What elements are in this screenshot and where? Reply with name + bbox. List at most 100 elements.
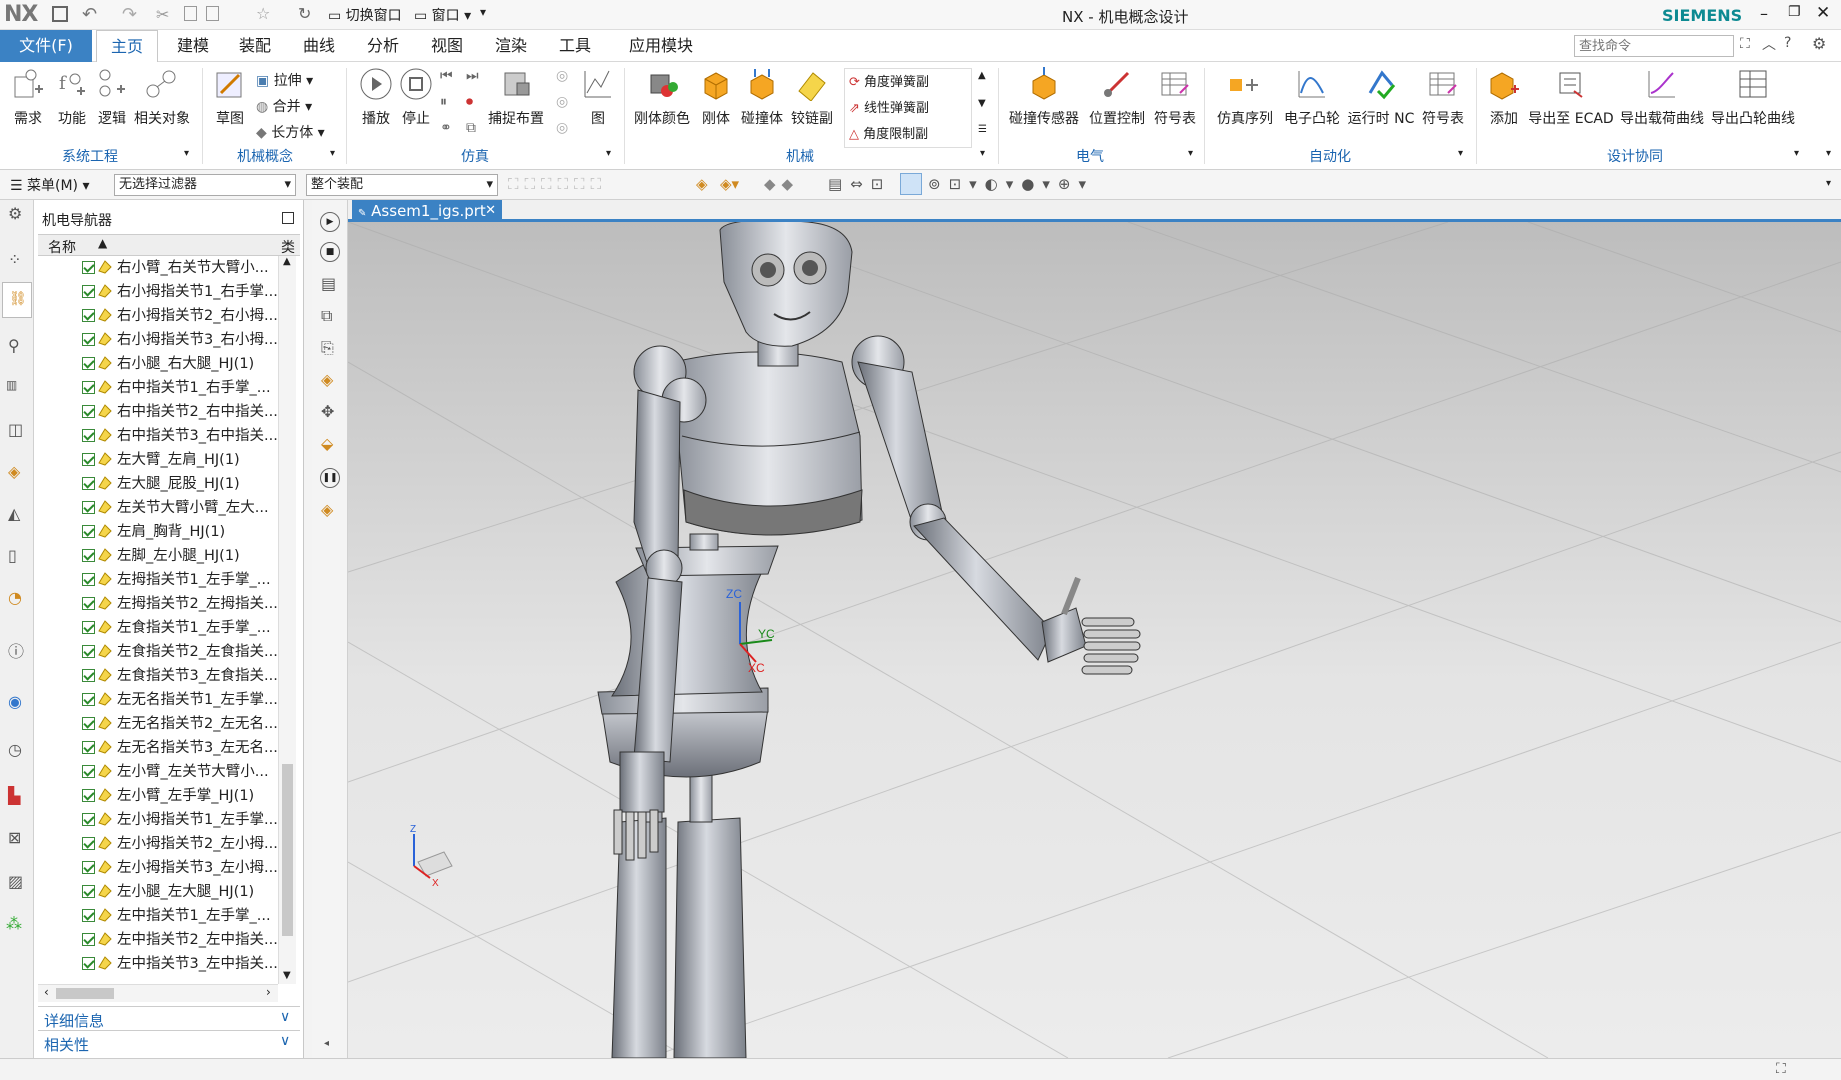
extrude-button[interactable]: ▣ 拉伸 ▾	[256, 70, 313, 90]
template-icon[interactable]: ▨	[8, 872, 23, 891]
tab-view[interactable]: 视图	[420, 30, 474, 62]
function-button[interactable]: f 功能	[52, 66, 92, 128]
materials-icon[interactable]: ⁂	[6, 914, 22, 933]
select-body-icon[interactable]: ◈	[696, 175, 708, 193]
mechatronics-navigator-tab[interactable]: ⛓	[2, 282, 32, 318]
export-load-curve-button[interactable]: 导出载荷曲线	[1618, 66, 1706, 128]
visibility-checkbox[interactable]	[82, 477, 95, 490]
group-automation-more-icon[interactable]: ▾	[1458, 148, 1463, 159]
fullscreen-icon[interactable]: ⛶	[1776, 1061, 1786, 1077]
help-icon[interactable]: ?	[1784, 35, 1791, 51]
block-button[interactable]: ◆ 长方体 ▾	[256, 122, 325, 142]
graph-button[interactable]: 图	[578, 66, 618, 128]
tab-applications[interactable]: 应用模块	[616, 30, 706, 62]
tree-row[interactable]: 左无名指关节1_左手掌...	[38, 688, 278, 712]
minimize-icon[interactable]: –	[1760, 4, 1768, 23]
display-tools-icon[interactable]: ⊚⊡▾◐▾●▾⊕▾	[928, 175, 1094, 193]
visibility-checkbox[interactable]	[82, 501, 95, 514]
restore-snapshot-icon[interactable]: ⧉	[321, 306, 332, 326]
runtime-nc-button[interactable]: 运行时 NC	[1346, 66, 1416, 128]
switch-window-button[interactable]: ▭ 切换窗口	[328, 5, 402, 25]
copy-icon[interactable]	[184, 6, 197, 21]
auto-symbol-table-button[interactable]: 符号表	[1418, 66, 1468, 128]
navigator-horizontal-scrollbar[interactable]: ‹ ›	[38, 984, 278, 1002]
tree-row[interactable]: 左小腿_左大腿_HJ(1)	[38, 880, 278, 904]
window-menu[interactable]: ▭ 窗口 ▾	[414, 5, 471, 25]
save-icon[interactable]	[52, 6, 68, 22]
visibility-checkbox[interactable]	[82, 813, 95, 826]
visibility-checkbox[interactable]	[82, 453, 95, 466]
tree-row[interactable]: 左中指关节2_左中指关...	[38, 928, 278, 952]
tree-row[interactable]: 右小拇指关节1_右手掌...	[38, 280, 278, 304]
tree-row[interactable]: 右小拇指关节2_右小拇...	[38, 304, 278, 328]
settings-icon[interactable]: ⚙	[1812, 34, 1826, 53]
customize-quick-access-icon[interactable]: ▾	[480, 5, 486, 19]
column-name[interactable]: 名称	[48, 237, 76, 257]
visibility-checkbox[interactable]	[82, 525, 95, 538]
tree-row[interactable]: 左无名指关节3_左无名...	[38, 736, 278, 760]
collapse-toolbar-icon[interactable]: ◂	[324, 1038, 329, 1049]
stop-button[interactable]: 停止	[394, 66, 438, 128]
tab-analysis[interactable]: 分析	[356, 30, 410, 62]
visibility-checkbox[interactable]	[82, 645, 95, 658]
group-system-engineering-more-icon[interactable]: ▾	[184, 148, 189, 159]
restore-icon[interactable]: ❐	[1788, 4, 1801, 20]
tree-row[interactable]: 左脚_左小腿_HJ(1)	[38, 544, 278, 568]
tree-row[interactable]: 左食指关节2_左食指关...	[38, 640, 278, 664]
tree-row[interactable]: 左大腿_屁股_HJ(1)	[38, 472, 278, 496]
move-object-icon[interactable]: ✥	[321, 402, 334, 421]
stop-icon[interactable]: ■	[320, 242, 340, 262]
visibility-checkbox[interactable]	[82, 357, 95, 370]
visibility-checkbox[interactable]	[82, 837, 95, 850]
system-navigator-icon[interactable]: ▥	[6, 378, 17, 392]
favorite-icon[interactable]: ☆	[256, 4, 270, 23]
view-triad[interactable]	[413, 834, 453, 879]
scroll-thumb[interactable]	[282, 764, 293, 936]
unite-button[interactable]: ◍ 合并 ▾	[256, 96, 312, 116]
group-simulation-more-icon[interactable]: ▾	[606, 148, 611, 159]
roles-icon[interactable]: ⊠	[8, 828, 21, 847]
group-mechanical-more-icon[interactable]: ▾	[980, 148, 985, 159]
maximize-panel-icon[interactable]	[282, 212, 294, 224]
history-icon[interactable]: ◔	[8, 588, 22, 607]
visibility-checkbox[interactable]	[82, 789, 95, 802]
export-ecad-button[interactable]: 导出至 ECAD	[1528, 66, 1614, 128]
hinge-joint-button[interactable]: 铰链副	[788, 66, 836, 128]
close-tab-icon[interactable]: ✕	[485, 200, 496, 222]
tree-row[interactable]: 左小拇指关节1_左手掌...	[38, 808, 278, 832]
select-component-icon[interactable]: ◆◆	[764, 175, 799, 193]
link-icon[interactable]: ⚭	[440, 120, 452, 136]
cut-icon[interactable]: ✂	[156, 5, 169, 24]
rigid-body-button[interactable]: 刚体	[696, 66, 736, 128]
visibility-checkbox[interactable]	[82, 861, 95, 874]
tree-row[interactable]: 右中指关节3_右中指关...	[38, 424, 278, 448]
web-browser-icon[interactable]: ▯	[8, 546, 17, 565]
visibility-checkbox[interactable]	[82, 933, 95, 946]
tab-curve[interactable]: 曲线	[292, 30, 346, 62]
snap-arrangement-button[interactable]: 捕捉布置	[486, 66, 546, 128]
selection-tools-icon[interactable]: ⛶⛶⛶⛶⛶⛶	[508, 175, 607, 193]
command-search-input[interactable]	[1574, 35, 1734, 57]
sim-option-icon[interactable]: ◎	[556, 120, 568, 136]
assembly-scope-select[interactable]: 整个装配 ▾	[306, 174, 498, 196]
symbol-table-button[interactable]: 符号表	[1150, 66, 1200, 128]
view-tools-icon[interactable]: ▤⇔⊡	[828, 175, 891, 193]
menu-button[interactable]: ☰ 菜单(M) ▾	[10, 175, 90, 195]
tree-row[interactable]: 左中指关节3_左中指关...	[38, 952, 278, 976]
tree-row[interactable]: 右中指关节2_右中指关...	[38, 400, 278, 424]
physics-navigator-icon[interactable]: ⚲	[8, 336, 20, 355]
tree-row[interactable]: 右小臂_右关节大臂小...	[38, 256, 278, 280]
column-type[interactable]: 类	[281, 237, 295, 257]
sim-option-icon[interactable]: ◎	[556, 68, 568, 84]
record-icon[interactable]: ⏺	[466, 94, 473, 110]
position-control-button[interactable]: 位置控制	[1084, 66, 1150, 128]
visibility-checkbox[interactable]	[82, 285, 95, 298]
visibility-checkbox[interactable]	[82, 309, 95, 322]
pause-icon[interactable]: ❚❚	[320, 468, 340, 488]
tab-render[interactable]: 渲染	[484, 30, 538, 62]
tree-row[interactable]: 左关节大臂小臂_左大...	[38, 496, 278, 520]
visibility-checkbox[interactable]	[82, 405, 95, 418]
play-button[interactable]: 播放	[354, 66, 398, 128]
repeat-command-icon[interactable]: ↻	[298, 4, 311, 23]
visibility-checkbox[interactable]	[82, 717, 95, 730]
